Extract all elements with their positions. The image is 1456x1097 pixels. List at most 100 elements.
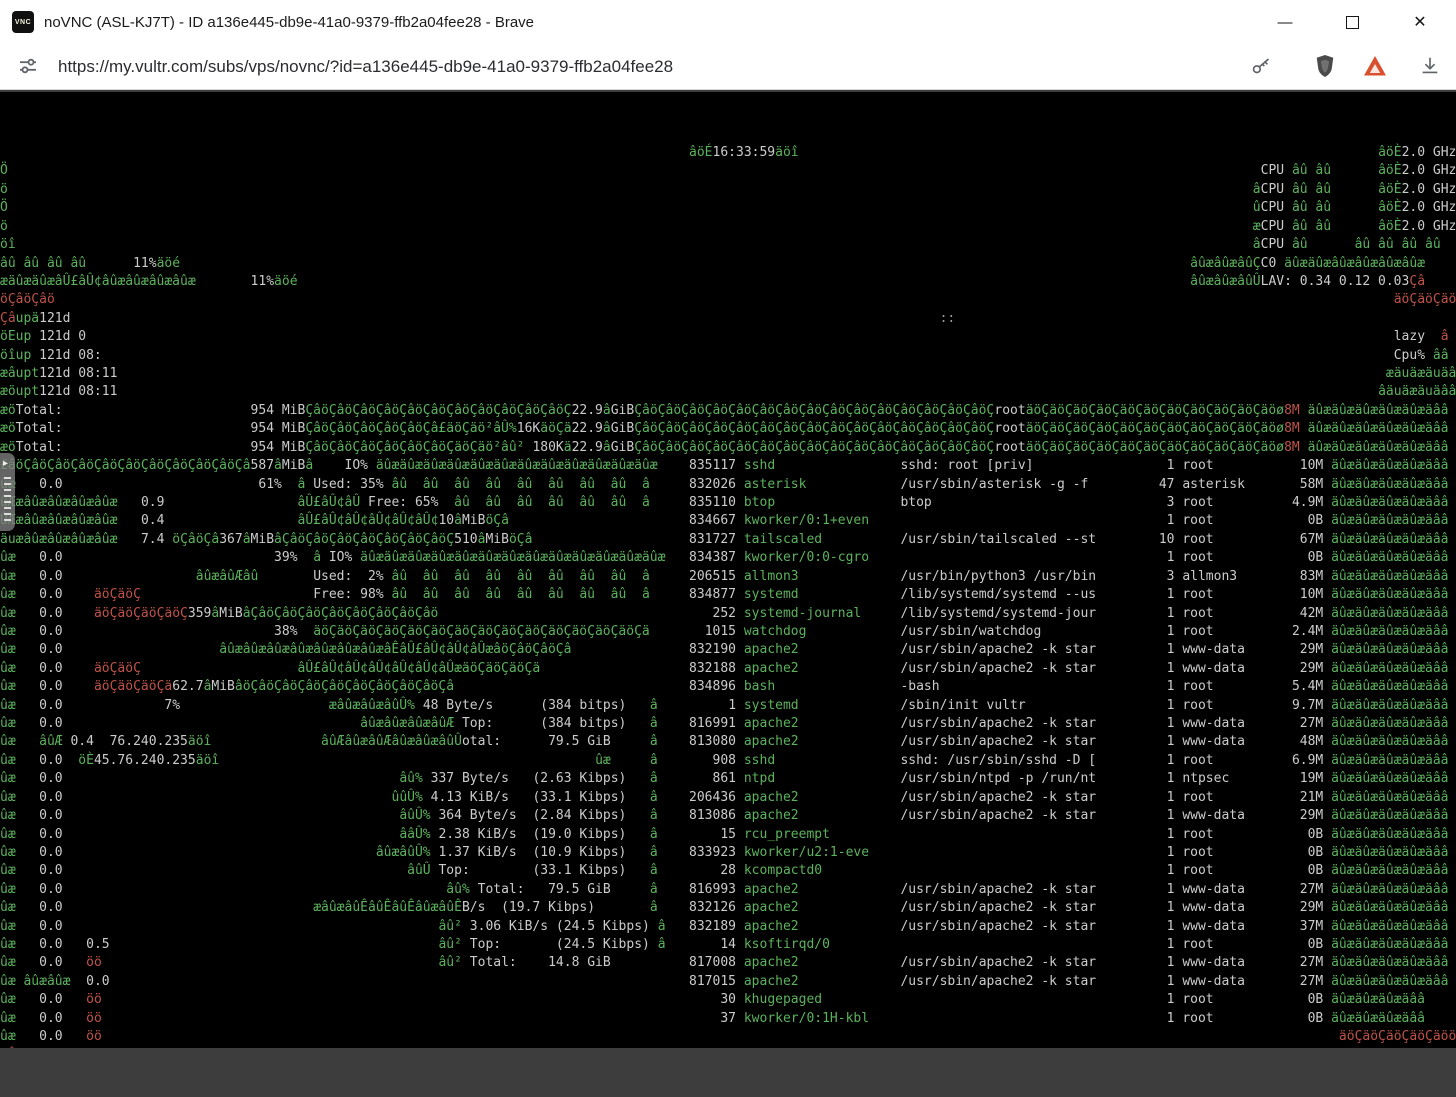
terminal-text: MiB — [461, 513, 486, 529]
terminal-text: 28 — [720, 863, 737, 879]
novnc-control-bar-handle[interactable]: ▸ — [0, 453, 15, 531]
terminal-text: ââÛ% — [399, 826, 431, 842]
terminal-text: 954 MiB — [250, 421, 306, 437]
terminal-text: otal: — [461, 734, 502, 750]
terminal-text: 14.8 GiB — [548, 955, 611, 971]
terminal-text: root — [1182, 697, 1214, 713]
terminal-text: 817008 — [689, 955, 736, 971]
terminal-text: äûæäûæäûæäûæäââ — [1331, 623, 1449, 639]
terminal-text: äûæäûæäûæäûæäââ — [1331, 494, 1449, 510]
terminal-text: 1 — [1166, 734, 1175, 750]
terminal-text: â — [305, 458, 314, 474]
terminal-text: 0.0 — [39, 789, 63, 805]
terminal-text: systemd — [743, 587, 799, 603]
terminal-text: ÛÆæâûæâûæâûæâûæ — [0, 513, 118, 529]
password-manager-button[interactable] — [1249, 56, 1273, 80]
terminal-text: 1 — [1166, 863, 1175, 879]
terminal-text: sshd: /usr/sbin/sshd -D [ — [900, 752, 1097, 768]
terminal-text: äûæäûæäûæäûæäââ — [1331, 808, 1449, 824]
terminal-text: öÇâ — [508, 531, 533, 547]
terminal-text: root — [994, 402, 1026, 418]
terminal-text: âû âû âû âû âû âû âû âû â — [391, 476, 650, 492]
terminal-text: æäuäæäuäâ — [1385, 366, 1456, 382]
terminal-text: Top: — [438, 863, 470, 879]
terminal-text: öö — [86, 955, 102, 971]
terminal-text: 1 — [1166, 955, 1175, 971]
terminal-text: root — [1182, 550, 1214, 566]
terminal-text: 8M — [1284, 421, 1300, 437]
terminal-text: -bash — [900, 679, 940, 695]
brave-rewards-button[interactable] — [1363, 55, 1387, 80]
minimize-button[interactable]: — — [1260, 0, 1310, 44]
terminal-text: ksoftirqd/0 — [743, 937, 830, 953]
terminal-text: ûæ — [0, 789, 16, 805]
terminal-text: (2.63 Kibps) — [532, 771, 627, 787]
terminal-text: 79.5 GiB — [548, 881, 611, 897]
address-input[interactable]: https://my.vultr.com/subs/vps/novnc/?id=… — [58, 44, 673, 90]
terminal-text: 0B — [1307, 826, 1324, 842]
close-button[interactable]: ✕ — [1395, 0, 1445, 44]
terminal-text: 0.0 — [39, 660, 63, 676]
terminal-text: lazy — [1393, 329, 1426, 345]
terminal-text: 0.4 — [70, 734, 94, 750]
terminal-text: âûÆâûæâûÆâûæâûæâûÛ — [321, 734, 462, 750]
terminal-text: /usr/sbin/apache2 -k star — [900, 918, 1097, 934]
terminal-text: äöî — [187, 734, 212, 750]
terminal-text: âöÈ — [1378, 200, 1402, 216]
terminal-text: (33.1 Kibps) — [532, 789, 627, 805]
terminal-text: /usr/sbin/apache2 -k star — [900, 660, 1097, 676]
terminal-text: âû âû — [1291, 218, 1332, 234]
terminal-text: rcu_preempt — [743, 826, 830, 842]
terminal-text: 11% — [250, 273, 275, 289]
terminal-text: 27M — [1299, 881, 1324, 897]
terminal-text: 1 — [1166, 716, 1175, 732]
terminal-text: 0.0 — [39, 937, 63, 953]
terminal-text: â — [649, 826, 658, 842]
terminal-text: 1 — [1166, 679, 1175, 695]
terminal-text: ûæ — [0, 716, 16, 732]
terminal-text: 1 — [1166, 826, 1175, 842]
terminal-text: www-data — [1182, 973, 1245, 989]
terminal-text: âû% — [446, 881, 470, 897]
terminal-text: khugepaged — [743, 992, 823, 1008]
terminal-text: 1 — [1166, 513, 1175, 529]
terminal-text: MiB — [219, 605, 243, 621]
terminal-text: 37M — [1299, 918, 1324, 934]
terminal-text: âûæâûæâûæâûÆ — [360, 716, 455, 732]
terminal-text: äûæäûæäûæäûæäââ — [1331, 789, 1449, 805]
terminal-text: CPU — [1260, 200, 1285, 216]
terminal-text: Total: — [15, 439, 63, 455]
terminal-text: LAV: 0.34 0.12 0.03 — [1260, 273, 1410, 289]
terminal-text: 22.9 — [571, 402, 603, 418]
terminal-text: âû âû âû âû — [1354, 237, 1441, 253]
terminal-text: 908 — [712, 752, 736, 768]
terminal-text: äûæäûæäûæäûæäââ — [1331, 697, 1449, 713]
maximize-button[interactable] — [1327, 0, 1377, 44]
terminal-text: 121d 0 — [31, 329, 87, 345]
terminal-text: 7.4 — [140, 531, 165, 547]
terminal-text: â — [657, 918, 666, 934]
terminal-text: 834387 — [689, 550, 736, 566]
terminal-text: 29M — [1299, 900, 1324, 916]
terminal-text: 1 — [1166, 458, 1175, 474]
site-settings-button[interactable] — [16, 56, 40, 80]
terminal-text: æ — [1252, 218, 1261, 234]
terminal-text: 76.240.235 — [109, 734, 188, 750]
terminal-text: 22.9 — [571, 439, 603, 455]
terminal-text: /usr/sbin/apache2 -k star — [900, 734, 1097, 750]
vnc-screen[interactable]: âöÉ 16:33:59 äöî âöÈ 2.0 GHz Ö CPU âû âû âöÈ 2.0 … — [0, 92, 1456, 1048]
downloads-button[interactable] — [1418, 56, 1442, 80]
terminal-text: 61% — [258, 476, 282, 492]
terminal-text: æö — [0, 421, 16, 437]
terminal-text: 65% — [414, 494, 439, 510]
terminal-text: âûæâûÆâû — [195, 568, 259, 584]
terminal-text: systemd — [743, 697, 799, 713]
terminal-text: äöî — [195, 752, 220, 768]
brave-shields-button[interactable] — [1313, 54, 1337, 80]
terminal-text: äûæäûæäûæäûæäââ — [1331, 937, 1449, 953]
terminal-text: 1 — [1166, 789, 1175, 805]
terminal-text: 2.38 KiB/s — [438, 826, 517, 842]
terminal-text: äöÇäöÇäöÇäöÇ — [93, 605, 188, 621]
terminal-text: âû² — [438, 955, 462, 971]
terminal-text: 0B — [1307, 863, 1324, 879]
